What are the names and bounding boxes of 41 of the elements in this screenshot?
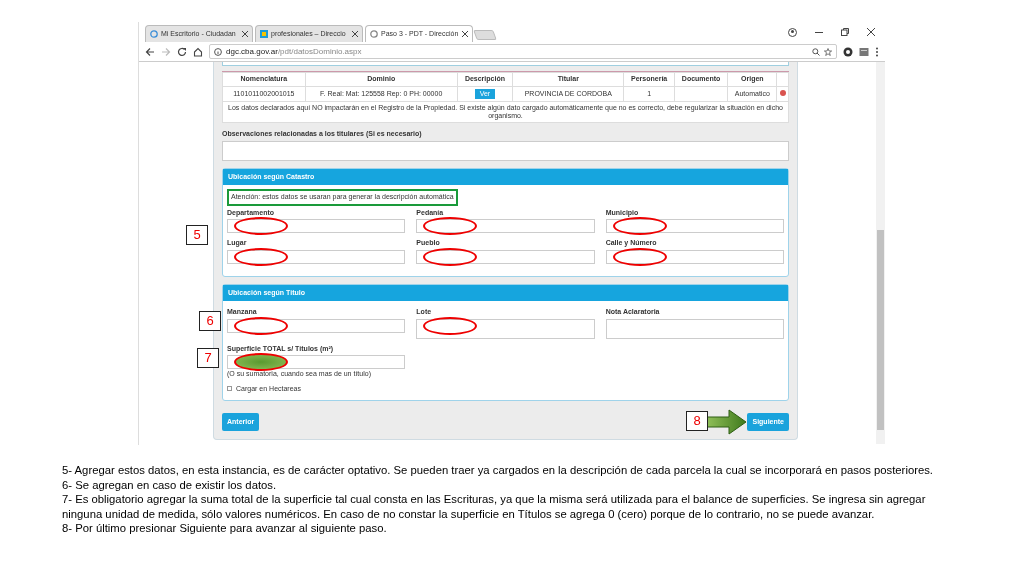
restore-icon[interactable] (841, 28, 849, 36)
input-field[interactable] (416, 249, 595, 264)
input-field[interactable] (416, 219, 595, 234)
close-icon[interactable] (352, 31, 358, 37)
input-field[interactable] (605, 219, 784, 234)
back-icon[interactable] (145, 46, 155, 57)
observations-field[interactable] (222, 140, 789, 161)
close-icon[interactable] (242, 31, 248, 37)
close-icon[interactable] (462, 31, 468, 37)
callout-number: 7 (197, 348, 219, 368)
site-icon (370, 30, 378, 38)
note-paragraph: 7- Es obligatorio agregar la suma total de la superficie tal cual consta en las Escrituras, ya que la misma será utilizada para el balance de superficies. Se ingresa sin agregar ninguna unidad de medida, sólo valores numéricos. En caso de no constar la superficie en Títulos se agrega 0 (cero) porque de lo contrario, no se puede avanzar. (62, 492, 927, 521)
checkbox[interactable] (227, 386, 232, 392)
home-icon[interactable] (193, 46, 203, 57)
input-field[interactable] (227, 318, 406, 333)
menu-icon[interactable] (875, 46, 879, 57)
address-bar[interactable]: dgc.cba.gov.ar/pdt/datosDominio.aspx (209, 44, 837, 59)
site-icon (260, 30, 268, 38)
close-icon[interactable] (867, 28, 875, 36)
site-icon (150, 30, 158, 38)
extension-icon[interactable] (843, 46, 853, 57)
info-icon (214, 47, 222, 56)
input-field[interactable] (605, 249, 784, 264)
input-field[interactable] (227, 219, 406, 234)
url-text: dgc.cba.gov.ar/pdt/datosDominio.aspx (226, 45, 362, 58)
scrollbar[interactable] (876, 62, 885, 444)
note-paragraph: 6- Se agregan en caso de existir los datos. (62, 477, 278, 492)
note-paragraph: 8- Por último presionar Siguiente para avanzar al siguiente paso. (62, 521, 388, 536)
input-field[interactable] (222, 62, 789, 66)
input-field[interactable] (227, 249, 406, 264)
callout-number: 8 (686, 411, 708, 431)
text-area[interactable] (416, 318, 595, 339)
callout-number: 5 (186, 225, 208, 245)
account-icon[interactable] (788, 27, 797, 37)
callout-number: 6 (199, 311, 221, 331)
delete-icon[interactable] (779, 90, 786, 96)
note-paragraph: 5- Agregar estos datos, en esta instancia, es de carácter optativo. Se pueden traer ya cargados en la descripción de cada parcela la cual se incorporará en pasos posteriores. (62, 463, 934, 478)
reload-icon[interactable] (177, 46, 187, 57)
input-field[interactable] (227, 355, 406, 370)
star-icon[interactable] (824, 47, 832, 56)
zoom-icon[interactable] (812, 47, 820, 56)
